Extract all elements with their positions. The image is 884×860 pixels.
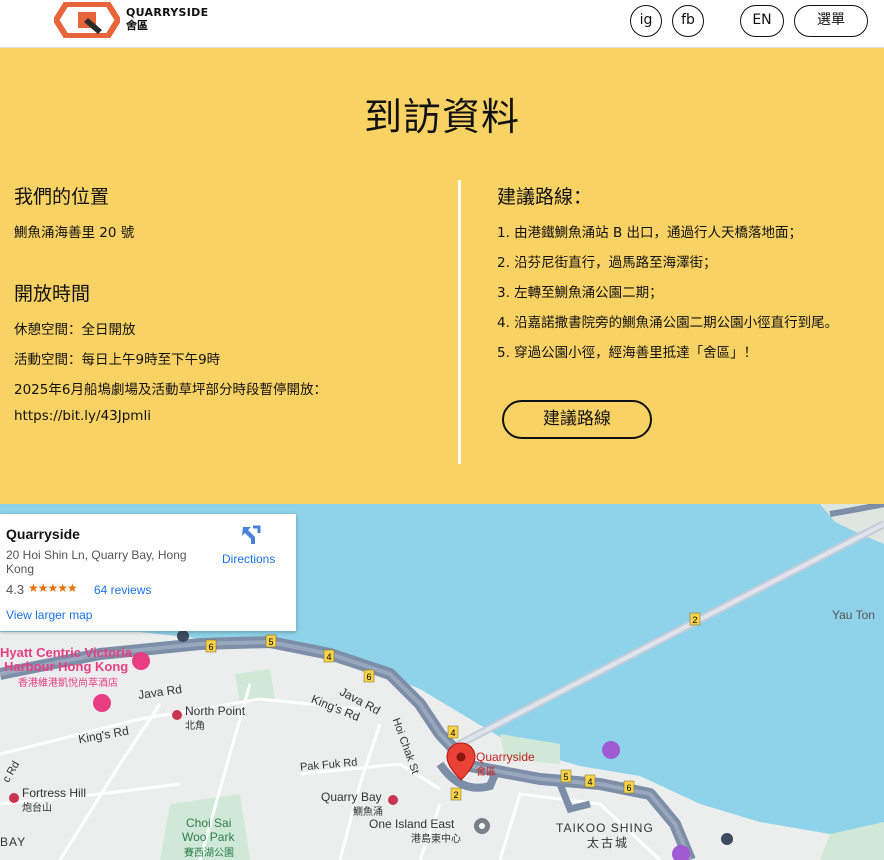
map-label-quarry-bay[interactable]: Quarry Bay [321,790,382,804]
map-label-hyatt[interactable]: Hyatt Centric Victoria [0,645,132,660]
ferry-pier-icon[interactable] [177,630,189,642]
suggested-route-button[interactable]: 建議路線 [502,400,652,439]
location-address: 鰂魚涌海善里 20 號 [14,225,135,241]
map-label-quarryside[interactable]: Quarryside [476,750,535,764]
hours-link[interactable]: https://bit.ly/43Jpmli [14,408,151,424]
map-label-park[interactable]: Choi Sai [186,816,231,830]
language-toggle-button[interactable]: EN [740,5,784,37]
menu-button[interactable]: 選單 [794,5,868,37]
logo-wordmark[interactable]: QUARRYSIDE 舍區 [126,6,208,32]
site-header: QUARRYSIDE 舍區 ig fb EN 選單 [0,0,884,48]
reviews-link[interactable]: 64 reviews [94,583,151,597]
map-label-quarry-bay-zh[interactable]: 鰂魚涌 [353,803,383,818]
route-step: 4. 沿嘉諾撒書院旁的鰂魚涌公園二期公園小徑直行到尾。 [497,315,839,331]
map-label-north-point[interactable]: North Point [185,704,245,718]
facebook-button[interactable]: fb [672,5,704,37]
svg-text:5: 5 [268,637,273,647]
map-label-one-island-east-zh[interactable]: 港島東中心 [411,830,461,845]
route-step: 5. 穿過公園小徑，經海善里抵達「舍區」！ [497,345,758,361]
directions-icon[interactable] [239,524,261,546]
map-label-fortress-hill[interactable]: Fortress Hill [22,786,86,800]
svg-text:6: 6 [366,672,371,682]
directions-link[interactable]: Directions [222,552,275,566]
logo-text-en: QUARRYSIDE [126,6,209,19]
visit-info-section: 到訪資料 我們的位置 鰂魚涌海善里 20 號 開放時間 休憩空間：全日開放 活動… [0,48,884,504]
mtr-quarry-bay-icon[interactable] [388,795,398,805]
route-step: 3. 左轉至鰂魚涌公園二期； [497,285,663,301]
route-heading: 建議路線： [497,186,593,208]
rating-stars-icon: ★★★★★ [28,581,78,595]
map-label-taikoo-shing-zh[interactable]: 太古城 [587,834,629,851]
map-label-bay: BAY [0,835,27,849]
quarryside-logo-icon[interactable] [54,2,120,38]
mtr-north-point-icon[interactable] [172,710,182,720]
map-label-hyatt[interactable]: Harbour Hong Kong [4,659,128,674]
map-label-hyatt-zh[interactable]: 香港維港凱悅尚萃酒店 [18,674,118,689]
hotel-icon[interactable] [93,694,111,712]
hotel-icon[interactable] [132,652,150,670]
google-map[interactable]: 6 5 4 6 4 2 5 4 6 2 Hyatt Centric Victor… [0,504,884,860]
svg-text:2: 2 [692,615,697,625]
page-title: 到訪資料 [363,95,520,139]
place-info-card: Quarryside 20 Hoi Shin Ln, Quarry Bay, H… [0,514,296,631]
mtr-fortress-hill-icon[interactable] [9,793,19,803]
place-address: 20 Hoi Shin Ln, Quarry Bay, Hong Kong [6,548,187,576]
svg-text:5: 5 [563,772,568,782]
hours-line: 休憩空間：全日開放 [14,322,136,338]
location-heading: 我們的位置 [14,186,110,208]
route-step: 2. 沿芬尼街直行，過馬路至海澤街； [497,255,717,271]
svg-text:4: 4 [326,652,331,662]
view-larger-map-link[interactable]: View larger map [6,608,92,622]
map-label-quarryside-zh[interactable]: 舍區 [476,763,496,778]
place-rating: 4.3 [6,582,25,597]
column-divider [458,180,461,464]
map-label-one-island-east[interactable]: One Island East [369,817,454,831]
map-label-taikoo-shing[interactable]: TAIKOO SHING [556,821,654,835]
hours-line: 活動空間：每日上午9時至下午9時 [14,352,221,368]
svg-text:6: 6 [626,783,631,793]
svg-text:2: 2 [453,790,458,800]
svg-text:4: 4 [450,728,455,738]
attraction-icon[interactable] [602,741,620,759]
hours-heading: 開放時間 [14,283,91,305]
svg-text:4: 4 [587,777,592,787]
logo-text-zh: 舍區 [126,19,148,32]
instagram-button[interactable]: ig [630,5,662,37]
svg-text:6: 6 [208,642,213,652]
hours-line: 2025年6月船塢劇場及活動草坪部分時段暫停開放： [14,382,327,398]
map-label-fortress-hill-zh[interactable]: 炮台山 [22,799,52,814]
map-label-park[interactable]: Woo Park [182,830,234,844]
map-label-yau-tong[interactable]: Yau Ton [832,608,875,622]
ferry-pier-icon[interactable] [721,833,733,845]
place-name: Quarryside [6,526,80,542]
route-step: 1. 由港鐵鰂魚涌站 B 出口，通過行人天橋落地面； [497,225,803,241]
map-label-north-point-zh[interactable]: 北角 [185,717,205,732]
map-label-park-zh[interactable]: 賽西湖公園 [184,844,234,859]
